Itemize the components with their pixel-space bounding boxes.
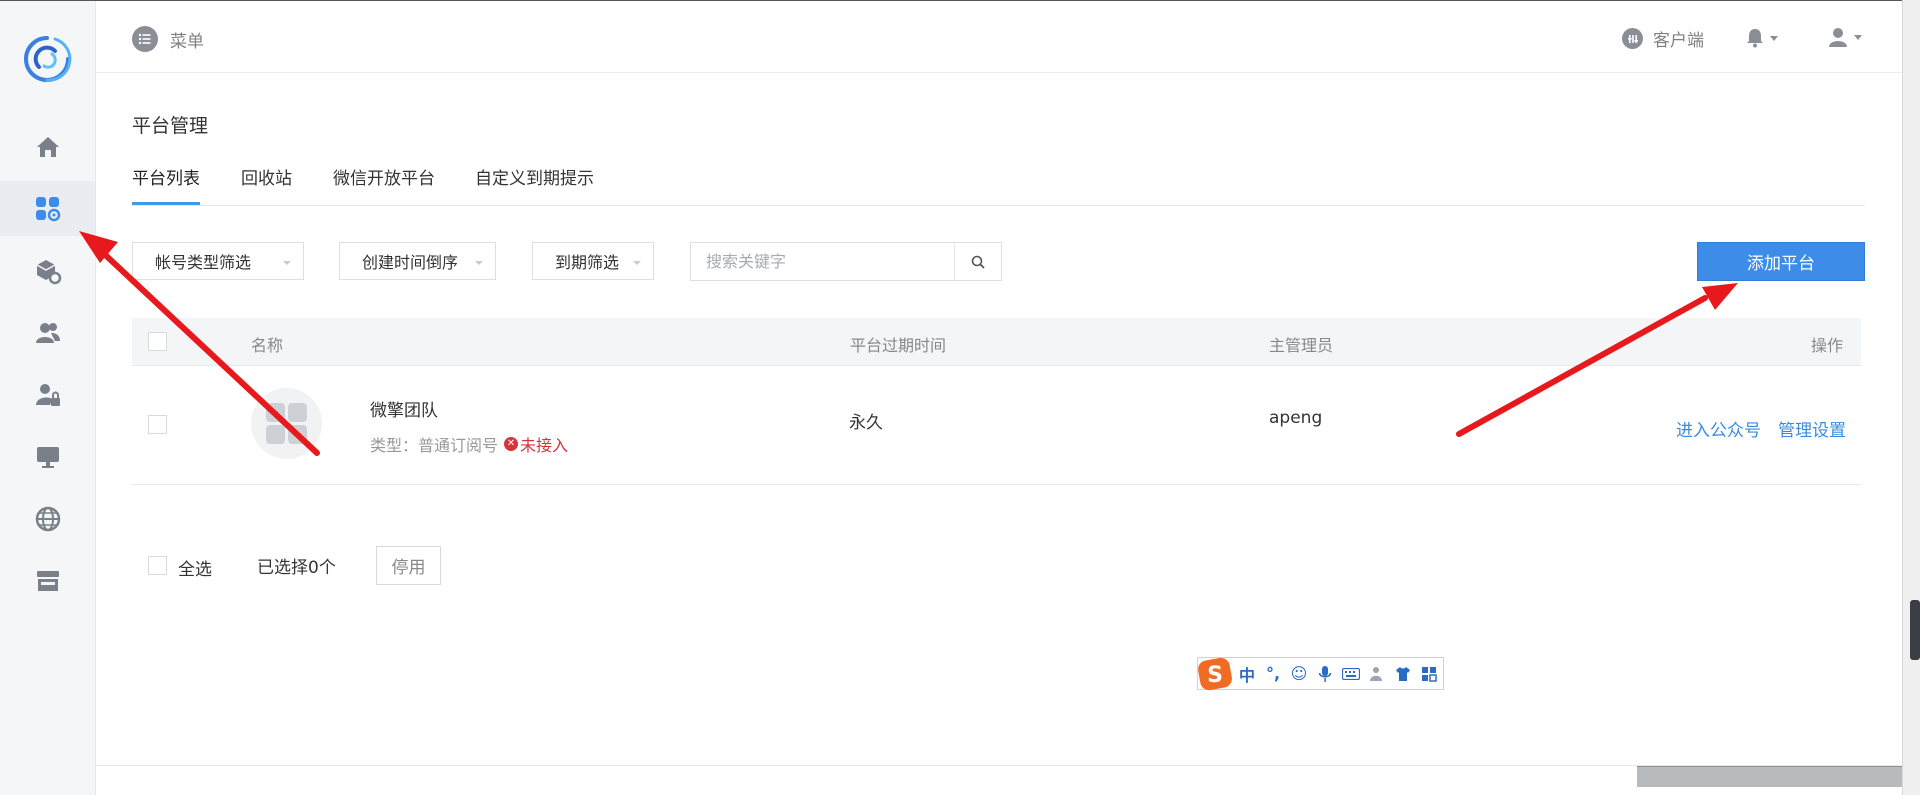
sidebar-item-home[interactable]: [0, 119, 95, 174]
sidebar-item-modules[interactable]: [0, 243, 95, 298]
store-icon: [36, 570, 59, 591]
monitor-icon: [36, 446, 59, 468]
apps-settings-icon: [35, 196, 60, 221]
platform-type-label: 类型：: [370, 436, 419, 455]
tab-platform-list[interactable]: 平台列表: [132, 164, 200, 189]
manage-settings-link[interactable]: 管理设置: [1778, 416, 1846, 441]
table-row: 微擎团队 类型： 普通订阅号 ✕ 未接入 永久 apeng 进入公众号 管理设置: [132, 366, 1861, 485]
sidebar-item-store[interactable]: [0, 553, 95, 608]
column-header-actions: 操作: [1811, 336, 1844, 355]
list-icon: [132, 26, 158, 52]
search-button[interactable]: [954, 243, 1001, 280]
select-all-label[interactable]: 全选: [178, 555, 212, 580]
row-checkbox[interactable]: [148, 415, 167, 434]
tab-wechat-open-platform[interactable]: 微信开放平台: [333, 164, 435, 189]
admin-cell: apeng: [1269, 408, 1323, 428]
status-text: 未接入: [520, 436, 569, 455]
search-icon: [971, 255, 985, 269]
vertical-scrollbar[interactable]: [1902, 0, 1920, 795]
home-icon: [36, 136, 59, 157]
create-time-sort-label: 创建时间倒序: [362, 253, 459, 272]
platform-meta: 类型： 普通订阅号 ✕ 未接入: [370, 432, 568, 456]
ime-punctuation[interactable]: °,: [1264, 664, 1282, 683]
sidebar-item-site[interactable]: [0, 491, 95, 546]
sidebar-item-system[interactable]: [0, 429, 95, 484]
tab-recycle-bin[interactable]: 回收站: [241, 164, 292, 189]
bell-icon: [1747, 29, 1763, 48]
ime-chinese-mode[interactable]: 中: [1238, 665, 1256, 685]
platform-avatar: [251, 388, 322, 459]
user-menu-button[interactable]: [1828, 27, 1862, 47]
microphone-icon[interactable]: [1316, 665, 1334, 683]
shirt-icon[interactable]: [1394, 665, 1412, 683]
expire-time-cell: 永久: [849, 413, 883, 433]
menu-label: 菜单: [170, 31, 204, 52]
logo-icon[interactable]: [22, 34, 72, 84]
page-title: 平台管理: [132, 115, 209, 137]
user-icon: [1829, 28, 1847, 47]
select-all-checkbox[interactable]: [148, 556, 167, 575]
search-box: [690, 242, 1002, 281]
menu-toggle-button[interactable]: 菜单: [132, 26, 204, 52]
user-lock-icon: [35, 383, 60, 406]
column-header-admin: 主管理员: [1269, 336, 1334, 355]
client-button[interactable]: 客户端: [1622, 26, 1704, 51]
sogou-logo-icon[interactable]: S: [1198, 657, 1232, 691]
dropdown-arrow-icon: [475, 261, 483, 265]
column-header-expire-time: 平台过期时间: [850, 336, 947, 355]
users-icon: [35, 322, 60, 343]
keyboard-icon[interactable]: [1342, 665, 1360, 683]
account-type-filter-label: 帐号类型筛选: [155, 253, 252, 272]
account-type-filter[interactable]: 帐号类型筛选: [132, 242, 304, 280]
top-header: 菜单 客户端: [96, 1, 1902, 73]
bottom-divider: [96, 765, 1902, 766]
client-icon: [1622, 28, 1643, 49]
bulk-actions: 全选 已选择0个 停用: [132, 545, 532, 585]
enter-account-link[interactable]: 进入公众号: [1676, 416, 1761, 441]
table-header: 名称 平台过期时间 主管理员 操作: [132, 318, 1861, 366]
sidebar-item-permissions[interactable]: [0, 367, 95, 422]
column-header-name: 名称: [251, 336, 284, 355]
client-label: 客户端: [1653, 31, 1704, 51]
selected-count: 已选择0个: [257, 558, 336, 578]
tab-bar: 平台列表 回收站 微信开放平台 自定义到期提示: [132, 160, 1865, 206]
chevron-down-icon: [1854, 34, 1862, 40]
error-icon: ✕: [504, 437, 519, 451]
expire-filter[interactable]: 到期筛选: [532, 242, 654, 280]
dropdown-arrow-icon: [633, 261, 641, 265]
platform-type-value: 普通订阅号: [418, 436, 499, 455]
select-all-header-checkbox[interactable]: [148, 332, 167, 351]
notifications-button[interactable]: [1746, 28, 1778, 48]
add-platform-button[interactable]: 添加平台: [1697, 242, 1865, 281]
disable-button[interactable]: 停用: [376, 546, 441, 585]
sidebar: [0, 1, 96, 795]
status-badge: ✕ 未接入: [504, 432, 568, 456]
platform-name: 微擎团队: [370, 401, 438, 421]
expire-filter-label: 到期筛选: [555, 253, 620, 272]
bottom-bar: [1637, 766, 1903, 787]
sidebar-item-platform[interactable]: [0, 181, 95, 236]
ime-emoji[interactable]: ☺: [1290, 664, 1308, 683]
box-settings-icon: [36, 259, 61, 284]
dropdown-arrow-icon: [283, 261, 291, 265]
chevron-down-icon: [1770, 35, 1778, 41]
scrollbar-thumb[interactable]: [1910, 600, 1920, 660]
create-time-sort[interactable]: 创建时间倒序: [339, 242, 496, 280]
tab-custom-expiry-notice[interactable]: 自定义到期提示: [475, 164, 594, 189]
person-icon[interactable]: [1368, 665, 1386, 683]
search-input[interactable]: [691, 243, 955, 280]
sidebar-item-users[interactable]: [0, 305, 95, 360]
svg-text:S: S: [1207, 663, 1223, 688]
globe-icon: [35, 506, 60, 531]
active-tab-indicator: [132, 202, 200, 205]
ime-toolbar: S 中 °, ☺: [1197, 657, 1444, 690]
grid-icon[interactable]: [1420, 665, 1438, 683]
